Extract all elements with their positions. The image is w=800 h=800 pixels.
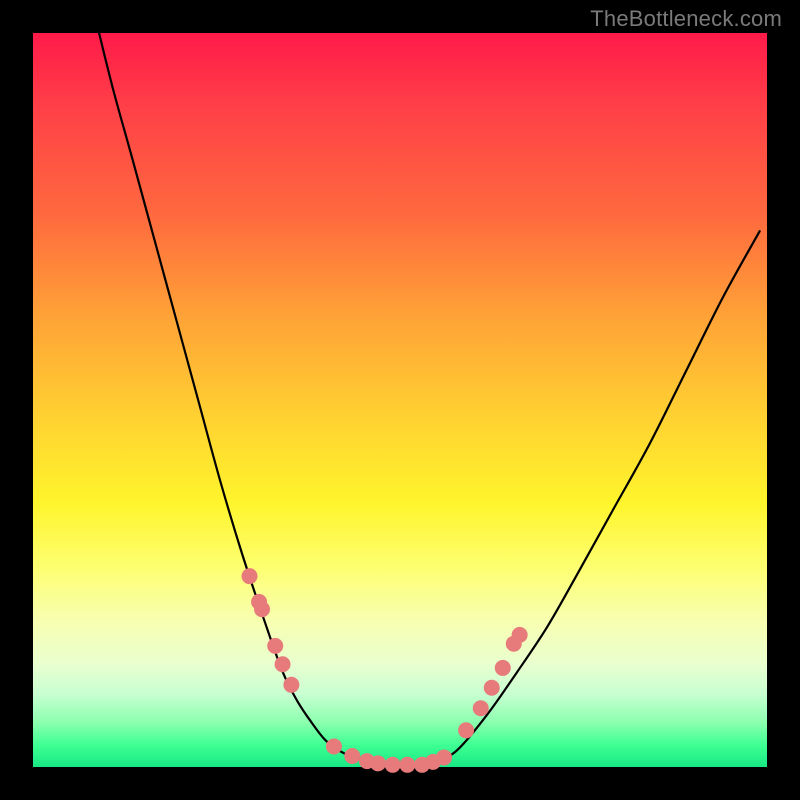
chart-marker [473, 700, 489, 716]
chart-marker [283, 677, 299, 693]
chart-curve [99, 33, 760, 765]
chart-marker [495, 660, 511, 676]
chart-marker [275, 656, 291, 672]
chart-marker [326, 738, 342, 754]
chart-marker [399, 757, 415, 773]
plot-area [33, 33, 767, 767]
chart-marker [370, 755, 386, 771]
chart-marker [242, 568, 258, 584]
chart-marker [385, 757, 401, 773]
chart-marker [484, 680, 500, 696]
chart-marker [254, 601, 270, 617]
watermark-text: TheBottleneck.com [590, 6, 782, 32]
chart-markers [242, 568, 528, 773]
chart-marker [458, 722, 474, 738]
chart-marker [436, 749, 452, 765]
chart-frame: TheBottleneck.com [0, 0, 800, 800]
chart-marker [344, 748, 360, 764]
chart-marker [512, 627, 528, 643]
chart-svg [33, 33, 767, 767]
chart-marker [267, 638, 283, 654]
